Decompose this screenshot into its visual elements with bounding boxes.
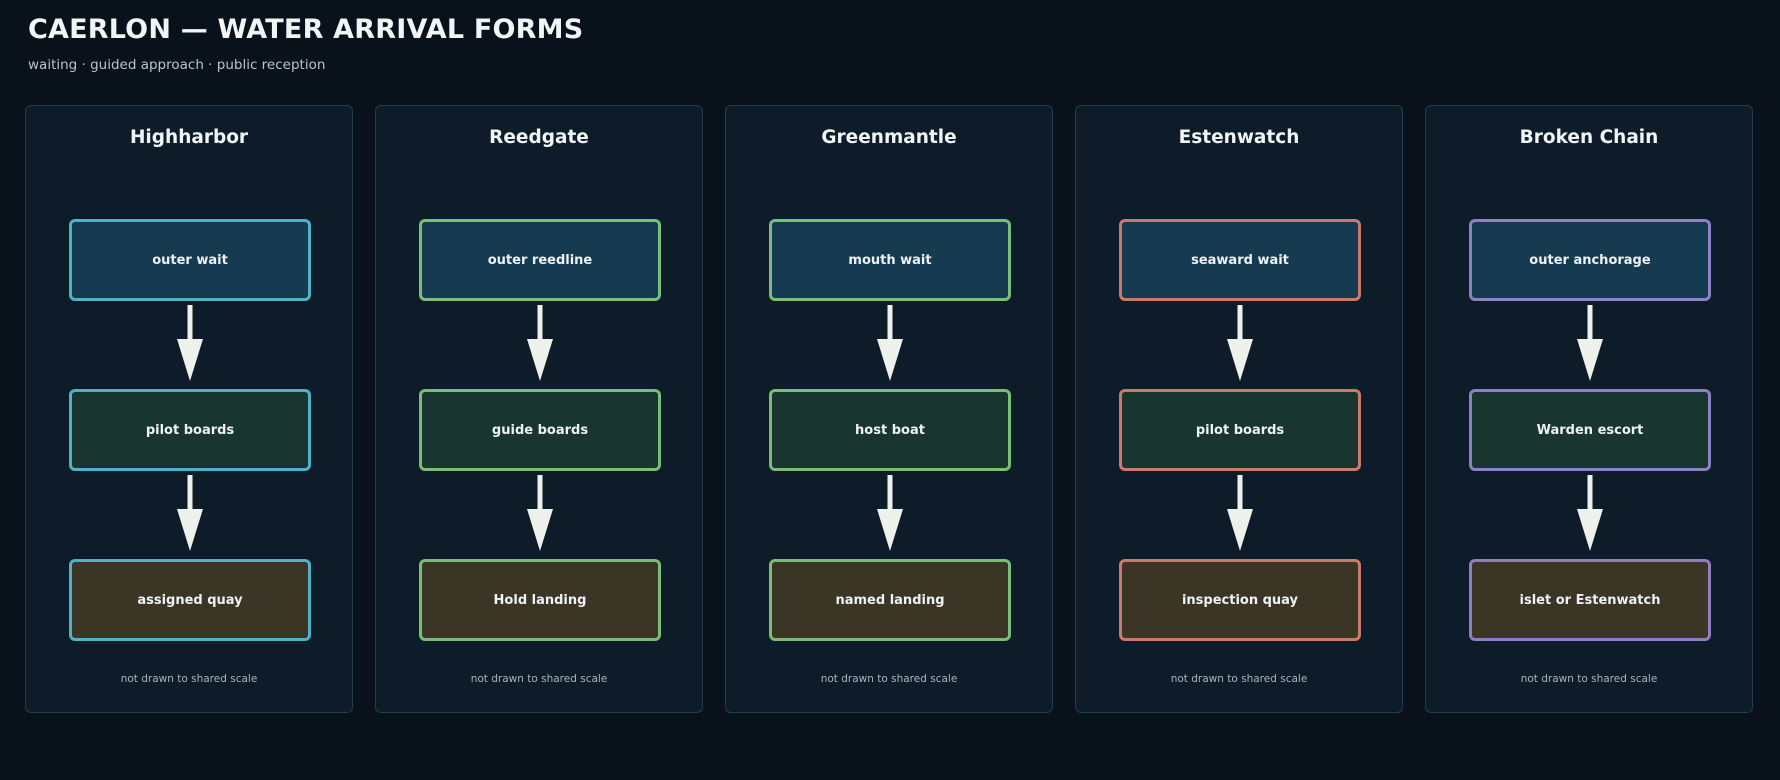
scale-note: not drawn to shared scale: [120, 673, 258, 685]
column-title: Reedgate: [489, 127, 589, 148]
step-node-guide: pilot boards: [1119, 389, 1361, 471]
step-node-guide: Warden escort: [1469, 389, 1711, 471]
step-node-wait: outer wait: [69, 219, 311, 301]
scale-note: not drawn to shared scale: [1170, 673, 1308, 685]
column-title: Greenmantle: [821, 127, 957, 148]
step-node-wait: mouth wait: [769, 219, 1011, 301]
step-node-guide: pilot boards: [69, 389, 311, 471]
column-panel-reedgate: Reedgate outer reedline guide boards Hol…: [375, 105, 703, 713]
column-panel-highharbor: Highharbor outer wait pilot boards assig…: [25, 105, 353, 713]
step-node-landing: Hold landing: [419, 559, 661, 641]
step-node-guide: guide boards: [419, 389, 661, 471]
down-arrow-icon: [177, 305, 203, 381]
step-node-wait: seaward wait: [1119, 219, 1361, 301]
column-title: Broken Chain: [1519, 127, 1659, 148]
step-node-landing: inspection quay: [1119, 559, 1361, 641]
step-node-wait: outer reedline: [419, 219, 661, 301]
down-arrow-icon: [1577, 475, 1603, 551]
columns-container: Highharbor outer wait pilot boards assig…: [25, 105, 1755, 715]
down-arrow-icon: [877, 305, 903, 381]
column-title: Estenwatch: [1178, 127, 1300, 148]
down-arrow-icon: [177, 475, 203, 551]
down-arrow-icon: [1227, 305, 1253, 381]
column-panel-broken-chain: Broken Chain outer anchorage Warden esco…: [1425, 105, 1753, 713]
column-panel-greenmantle: Greenmantle mouth wait host boat named l…: [725, 105, 1053, 713]
down-arrow-icon: [527, 305, 553, 381]
step-node-landing: islet or Estenwatch: [1469, 559, 1711, 641]
scale-note: not drawn to shared scale: [820, 673, 958, 685]
page-title: CAERLON — WATER ARRIVAL FORMS: [28, 14, 584, 45]
down-arrow-icon: [1227, 475, 1253, 551]
column-title: Highharbor: [129, 127, 249, 148]
scale-note: not drawn to shared scale: [1520, 673, 1658, 685]
column-panel-estenwatch: Estenwatch seaward wait pilot boards ins…: [1075, 105, 1403, 713]
step-node-wait: outer anchorage: [1469, 219, 1711, 301]
down-arrow-icon: [877, 475, 903, 551]
down-arrow-icon: [527, 475, 553, 551]
scale-note: not drawn to shared scale: [470, 673, 608, 685]
step-node-landing: named landing: [769, 559, 1011, 641]
page-subtitle: waiting · guided approach · public recep…: [28, 57, 326, 73]
step-node-landing: assigned quay: [69, 559, 311, 641]
step-node-guide: host boat: [769, 389, 1011, 471]
down-arrow-icon: [1577, 305, 1603, 381]
